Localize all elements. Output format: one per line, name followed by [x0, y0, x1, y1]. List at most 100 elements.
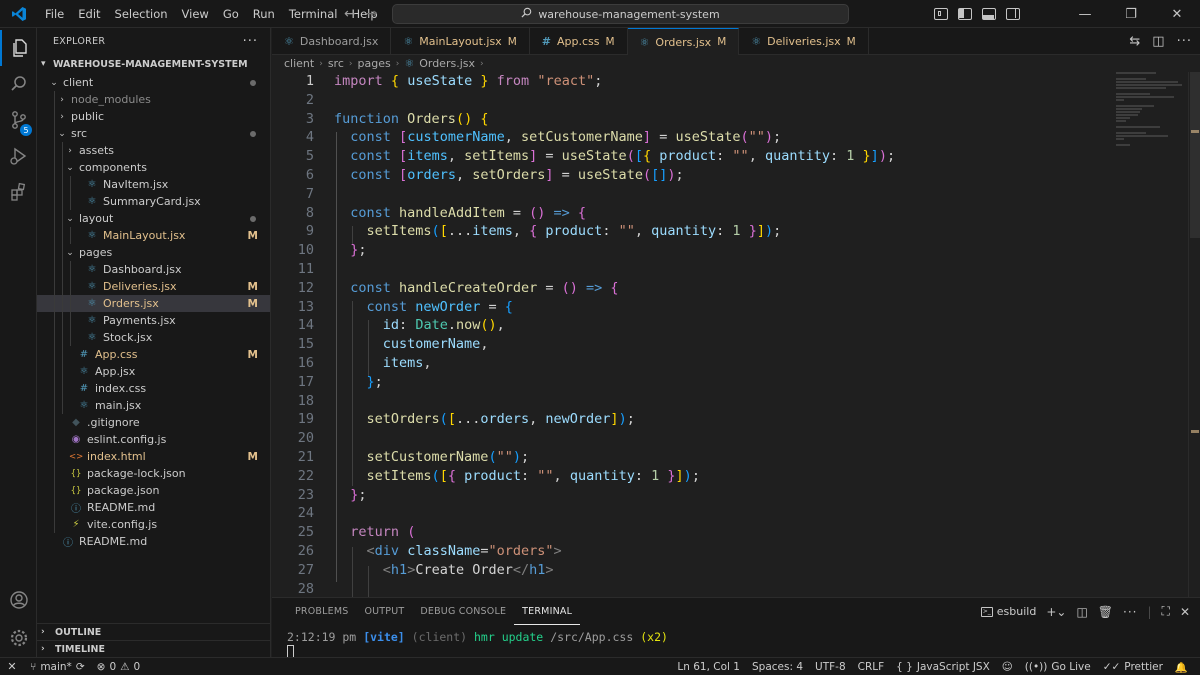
forward-arrow-icon[interactable]: →: [366, 6, 378, 22]
tree-item[interactable]: ⌄ components: [37, 159, 270, 176]
maximize-panel-icon[interactable]: ⛶: [1162, 604, 1170, 619]
cursor-position[interactable]: Ln 61, Col 1: [671, 661, 746, 673]
end-of-line[interactable]: CRLF: [852, 661, 891, 673]
settings-gear-icon[interactable]: [0, 620, 37, 656]
restore-button[interactable]: ❐: [1108, 0, 1154, 28]
split-terminal-icon[interactable]: ◫: [1076, 605, 1087, 619]
editor-tab[interactable]: ⚛ Orders.jsx M: [627, 28, 740, 55]
menu-edit[interactable]: Edit: [71, 0, 107, 28]
menu-view[interactable]: View: [175, 0, 216, 28]
language-mode[interactable]: { } JavaScript JSX: [890, 661, 996, 673]
sync-icon[interactable]: ⟳: [76, 661, 85, 673]
more-actions-icon[interactable]: ···: [243, 34, 258, 49]
source-control-icon[interactable]: 5: [0, 102, 37, 138]
editor-tab[interactable]: ⚛ Dashboard.jsx: [272, 28, 392, 55]
tree-item[interactable]: ⚛ Orders.jsx M: [37, 295, 270, 312]
tree-item[interactable]: ⌄ pages: [37, 244, 270, 261]
tree-item[interactable]: › node_modules: [37, 91, 270, 108]
notifications-bell-icon[interactable]: 🔔: [1169, 661, 1194, 674]
breadcrumb-item[interactable]: client: [284, 57, 314, 70]
tree-item[interactable]: {} package-lock.json: [37, 465, 270, 482]
new-terminal-icon[interactable]: +⌄: [1046, 605, 1066, 619]
tree-item[interactable]: ⚛ App.jsx: [37, 363, 270, 380]
tree-item[interactable]: ⌄ layout: [37, 210, 270, 227]
tree-item[interactable]: ⚡ vite.config.js: [37, 516, 270, 533]
compare-changes-icon[interactable]: ⇆: [1129, 34, 1140, 49]
editor-tab[interactable]: ⚛ Deliveries.jsx M: [739, 28, 869, 55]
editor-tab[interactable]: ⚛ MainLayout.jsx M: [391, 28, 530, 55]
back-arrow-icon[interactable]: ←: [344, 6, 356, 22]
tree-item[interactable]: ⚛ Dashboard.jsx: [37, 261, 270, 278]
explorer-icon[interactable]: [0, 30, 37, 66]
remote-indicator-icon[interactable]: ✕: [0, 658, 24, 675]
git-branch[interactable]: ⑂ main* ⟳: [24, 661, 91, 673]
tree-item[interactable]: › assets: [37, 142, 270, 159]
menu-go[interactable]: Go: [216, 0, 246, 28]
tree-item[interactable]: ◉ eslint.config.js: [37, 431, 270, 448]
account-icon[interactable]: [0, 582, 37, 618]
tree-item[interactable]: › public: [37, 108, 270, 125]
indentation[interactable]: Spaces: 4: [746, 661, 809, 673]
minimize-button[interactable]: —: [1062, 0, 1108, 28]
tab-problems[interactable]: PROBLEMS: [287, 598, 356, 625]
close-window-button[interactable]: ✕: [1154, 0, 1200, 28]
customize-layout-icon[interactable]: [934, 8, 948, 20]
minimap[interactable]: [1116, 72, 1186, 152]
indent-guide: [62, 295, 63, 312]
breadcrumb-item[interactable]: src: [328, 57, 344, 70]
outline-section[interactable]: › OUTLINE: [37, 623, 271, 640]
breadcrumb-item[interactable]: Orders.jsx: [419, 57, 475, 70]
search-view-icon[interactable]: [0, 66, 37, 102]
editor-scrollbar[interactable]: [1188, 72, 1200, 597]
go-live-button[interactable]: ((•)) Go Live: [1019, 661, 1097, 673]
menu-selection[interactable]: Selection: [108, 0, 175, 28]
run-debug-icon[interactable]: [0, 138, 37, 174]
copilot-icon[interactable]: ☺: [996, 661, 1019, 673]
tree-item[interactable]: # index.css: [37, 380, 270, 397]
tab-output[interactable]: OUTPUT: [356, 598, 412, 625]
tree-item[interactable]: ⚛ SummaryCard.jsx: [37, 193, 270, 210]
prettier-button[interactable]: ✓✓ Prettier: [1097, 661, 1169, 673]
tree-item[interactable]: ⚛ MainLayout.jsx M: [37, 227, 270, 244]
tab-debug-console[interactable]: DEBUG CONSOLE: [412, 598, 514, 625]
timeline-section[interactable]: › TIMELINE: [37, 640, 271, 657]
tree-item[interactable]: {} package.json: [37, 482, 270, 499]
encoding[interactable]: UTF-8: [809, 661, 852, 673]
editor-tab[interactable]: # App.css M: [530, 28, 628, 55]
menu-run[interactable]: Run: [246, 0, 282, 28]
tree-item[interactable]: ⌄ src: [37, 125, 270, 142]
tree-item[interactable]: ⚛ Payments.jsx: [37, 312, 270, 329]
code-editor[interactable]: 1 2 3 4 5 6 7 8 9 10 11 12 13 14 15 16 17 18 19 20 21 22 23 24 2…: [272, 72, 1200, 597]
more-actions-icon[interactable]: ···: [1177, 34, 1192, 49]
tree-item[interactable]: <> index.html M: [37, 448, 270, 465]
close-panel-icon[interactable]: ✕: [1180, 605, 1190, 619]
toggle-primary-sidebar-icon[interactable]: [958, 8, 972, 20]
tree-item[interactable]: ⓘ README.md: [37, 499, 270, 516]
more-actions-icon[interactable]: ···: [1123, 605, 1137, 619]
explorer-title: EXPLORER: [53, 35, 106, 47]
extensions-icon[interactable]: [0, 174, 37, 210]
toggle-secondary-sidebar-icon[interactable]: [1006, 8, 1020, 20]
command-center-search[interactable]: warehouse-management-system: [392, 4, 849, 24]
tree-item[interactable]: ⚛ main.jsx: [37, 397, 270, 414]
tab-terminal[interactable]: TERMINAL: [514, 598, 581, 625]
scrollbar-thumb[interactable]: [1190, 72, 1200, 238]
tree-item[interactable]: ⚛ NavItem.jsx: [37, 176, 270, 193]
kill-terminal-icon[interactable]: 🗑: [1098, 605, 1113, 619]
tree-item[interactable]: ◆ .gitignore: [37, 414, 270, 431]
menu-file[interactable]: File: [38, 0, 71, 28]
tree-item-label: src: [71, 127, 88, 140]
tree-item[interactable]: ⓘ README.md: [37, 533, 270, 550]
split-editor-icon[interactable]: ◫: [1152, 34, 1164, 49]
terminal-selector[interactable]: >_ esbuild: [980, 605, 1036, 618]
toggle-panel-icon[interactable]: [982, 8, 996, 20]
tree-item[interactable]: # App.css M: [37, 346, 270, 363]
problems-indicator[interactable]: ⊗ 0 ⚠ 0: [91, 661, 147, 673]
tree-item[interactable]: ⚛ Deliveries.jsx M: [37, 278, 270, 295]
tree-item[interactable]: ⌄ client: [37, 74, 270, 91]
breadcrumb-item[interactable]: pages: [358, 57, 391, 70]
workspace-root[interactable]: ▾ WAREHOUSE-MANAGEMENT-SYSTEM: [37, 54, 270, 74]
tree-item[interactable]: ⚛ Stock.jsx: [37, 329, 270, 346]
menu-terminal[interactable]: Terminal: [282, 0, 345, 28]
warning-count: 0: [133, 660, 141, 673]
